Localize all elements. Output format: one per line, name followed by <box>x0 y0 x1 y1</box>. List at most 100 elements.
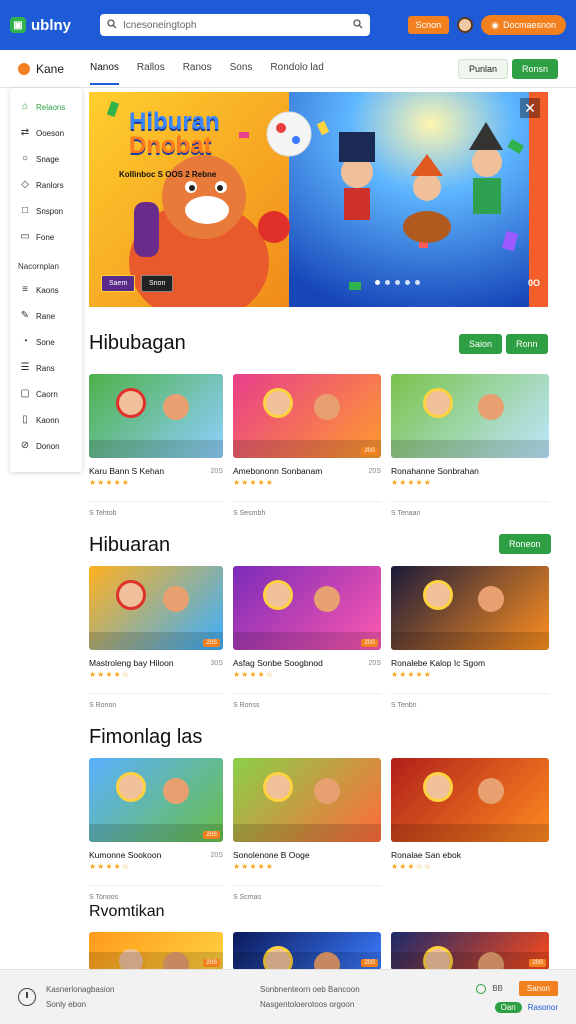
game-title[interactable]: Asfag Sonbe Soogbnod <box>233 658 381 668</box>
footer-mid-2[interactable]: Nasgentoloerotoos orgoon <box>260 1000 420 1009</box>
link-icon: ⊘ <box>20 440 30 451</box>
avatar[interactable] <box>457 17 474 33</box>
search-input[interactable]: Icnesoneingtoph <box>123 20 347 31</box>
search-icon <box>107 18 117 32</box>
sidebar-item-9[interactable]: ☰ Rans <box>10 355 82 381</box>
rating-stars: ★★★☆☆ <box>391 862 432 871</box>
game-card[interactable]: 20S Mastroleng bay Hiloon 30S ★★★★☆ S Ronon <box>89 566 223 709</box>
tab-1[interactable]: Rallos <box>137 52 165 85</box>
sidebar-item-4[interactable]: □ Snspon <box>10 198 82 224</box>
game-card[interactable]: Ronalae San ebok ★★★☆☆ <box>391 758 549 871</box>
section-title-3: Fimonlag las <box>89 726 203 748</box>
game-title[interactable]: Amebononn Sonbanam <box>233 466 381 476</box>
sidebar-item-5[interactable]: ▭ Fone <box>10 224 82 250</box>
search-icon-right[interactable] <box>353 18 363 32</box>
sidebar-item-3[interactable]: ◇ Ranlors <box>10 172 82 198</box>
game-card[interactable]: Karu Bann S Kehan 20S ★★★★★ S Tehtob <box>89 374 223 517</box>
game-thumbnail[interactable]: 20S <box>89 932 223 970</box>
game-thumbnail[interactable]: 20S <box>233 374 381 458</box>
login-button[interactable]: Scnon <box>407 16 450 34</box>
game-card[interactable]: Ronahanne Sonbrahan ★★★★★ S Tenaan <box>391 374 549 517</box>
game-title[interactable]: Karu Bann S Kehan <box>89 466 223 476</box>
footer-line-2: Sonly ebon <box>46 1000 87 1009</box>
search-box[interactable]: Icnesoneingtoph <box>100 14 370 36</box>
hero-dot[interactable] <box>375 280 380 285</box>
character-art <box>262 580 293 610</box>
section-2-button-1[interactable]: Roneon <box>499 534 551 554</box>
game-title[interactable]: Sonolenone B Ooge <box>233 850 381 860</box>
sidebar-item-label: Ooeson <box>36 128 65 138</box>
hero-dot[interactable] <box>415 280 420 285</box>
ground-art <box>233 824 381 842</box>
game-thumbnail[interactable] <box>89 374 223 458</box>
secondary-button[interactable]: Punlan <box>457 58 508 79</box>
game-title[interactable]: Mastroleng bay Hiloon <box>89 658 223 668</box>
game-card[interactable]: Sonolenone B Ooge ★★★★★ S Scmas <box>233 758 381 901</box>
hero-banner[interactable]: Hiburan Dnobat Kollinboc S OOS 2 Rebne S… <box>89 92 548 307</box>
game-thumbnail[interactable] <box>391 566 549 650</box>
footer-link[interactable]: Rasonor <box>528 1003 558 1012</box>
game-thumbnail[interactable]: 20S <box>233 932 381 970</box>
hero-dot[interactable] <box>385 280 390 285</box>
tab-2[interactable]: Ranos <box>183 52 212 85</box>
game-thumbnail[interactable]: 20S <box>233 566 381 650</box>
brand[interactable]: Kane <box>18 62 90 76</box>
game-card[interactable]: 20S Kumonne Sookoon 20S ★★★★☆ S Tonoos <box>89 758 223 901</box>
app-logo[interactable]: ▣ ublny <box>10 17 92 34</box>
game-title[interactable]: Ronalebe Kalop Ic Sgom <box>391 658 549 668</box>
game-thumbnail[interactable]: 20S <box>391 932 549 970</box>
hero-dot[interactable] <box>405 280 410 285</box>
top-bar: ▣ ublny Icnesoneingtoph Scnon ◉ Docmaesn… <box>0 0 576 50</box>
game-title[interactable]: Kumonne Sookoon <box>89 850 223 860</box>
clock-icon[interactable] <box>18 988 36 1006</box>
section-1-button-1[interactable]: Saion <box>459 334 503 354</box>
game-card[interactable]: 20S <box>89 932 223 970</box>
hero-button-1[interactable]: Saem <box>101 275 136 292</box>
character-art <box>422 580 453 610</box>
sidebar-item-11[interactable]: ▯ Kaonn <box>10 407 82 433</box>
hero-button-2[interactable]: Snon <box>141 275 174 292</box>
sidebar-item-1[interactable]: ⇄ Ooeson <box>10 120 82 146</box>
sidebar-item-7[interactable]: ✎ Rane <box>10 303 82 329</box>
game-title[interactable]: Ronalae San ebok <box>391 850 549 860</box>
footer-toggle[interactable]: Oan <box>494 1002 522 1013</box>
game-thumbnail[interactable]: 20S <box>89 758 223 842</box>
sub-nav: Kane Nanos Rallos Ranos Sons Rondolo lad… <box>0 50 576 88</box>
tab-0[interactable]: Nanos <box>90 52 119 85</box>
game-title[interactable]: Ronahanne Sonbrahan <box>391 466 549 476</box>
hero-title-line1: Hiburan <box>129 108 220 135</box>
cube-icon: ◇ <box>21 179 29 190</box>
section-1-button-2[interactable]: Ronn <box>506 334 548 354</box>
game-card[interactable]: 20S <box>391 932 549 970</box>
sidebar-item-label: Ranlors <box>36 180 64 190</box>
hero-close-icon[interactable]: ✕ <box>520 98 540 118</box>
primary-button[interactable]: Ronsn <box>511 58 558 79</box>
sidebar-item-8[interactable]: ◔ Sone <box>10 329 82 355</box>
tab-3[interactable]: Sons <box>230 52 253 85</box>
game-card[interactable]: 20S Asfag Sonbe Soogbnod 20S ★★★★☆ S Ronss <box>233 566 381 709</box>
game-thumbnail[interactable] <box>233 758 381 842</box>
hero-dot[interactable] <box>395 280 400 285</box>
register-button[interactable]: ◉ Docmaesnon <box>481 15 566 35</box>
game-thumbnail[interactable] <box>391 374 549 458</box>
register-label: Docmaesnon <box>502 20 556 30</box>
sidebar-item-6[interactable]: ≡ Kaons <box>10 277 82 303</box>
game-card[interactable]: Ronalebe Kalop Ic Sgom ★★★★★ S Tenbn <box>391 566 549 709</box>
game-card[interactable]: 20S Amebononn Sonbanam 20S ★★★★★ S Sesmbh <box>233 374 381 517</box>
game-thumbnail[interactable]: 20S <box>89 566 223 650</box>
game-footer: S Ronss <box>233 693 381 709</box>
sidebar-section-label: Nacornplan <box>18 262 59 271</box>
game-card[interactable]: 20S <box>233 932 381 970</box>
sidebar-item-12[interactable]: ⊘ Donon <box>10 433 82 459</box>
footer-mid-1[interactable]: Sonbnenteorn oeb Bancoon <box>260 985 420 994</box>
hero-title-line2: Dnobat <box>129 132 212 159</box>
character-art <box>115 772 146 802</box>
tab-4[interactable]: Rondolo lad <box>270 52 323 85</box>
game-thumbnail[interactable] <box>391 758 549 842</box>
sidebar-item-2[interactable]: ○ Snage <box>10 146 82 172</box>
rating-stars: ★★★★★ <box>89 478 130 487</box>
character-art <box>422 772 453 802</box>
footer-action-button[interactable]: Sanon <box>518 981 558 996</box>
sidebar-item-0[interactable]: ⌂ Relaons <box>10 94 82 120</box>
sidebar-item-10[interactable]: ▢ Caorn <box>10 381 82 407</box>
